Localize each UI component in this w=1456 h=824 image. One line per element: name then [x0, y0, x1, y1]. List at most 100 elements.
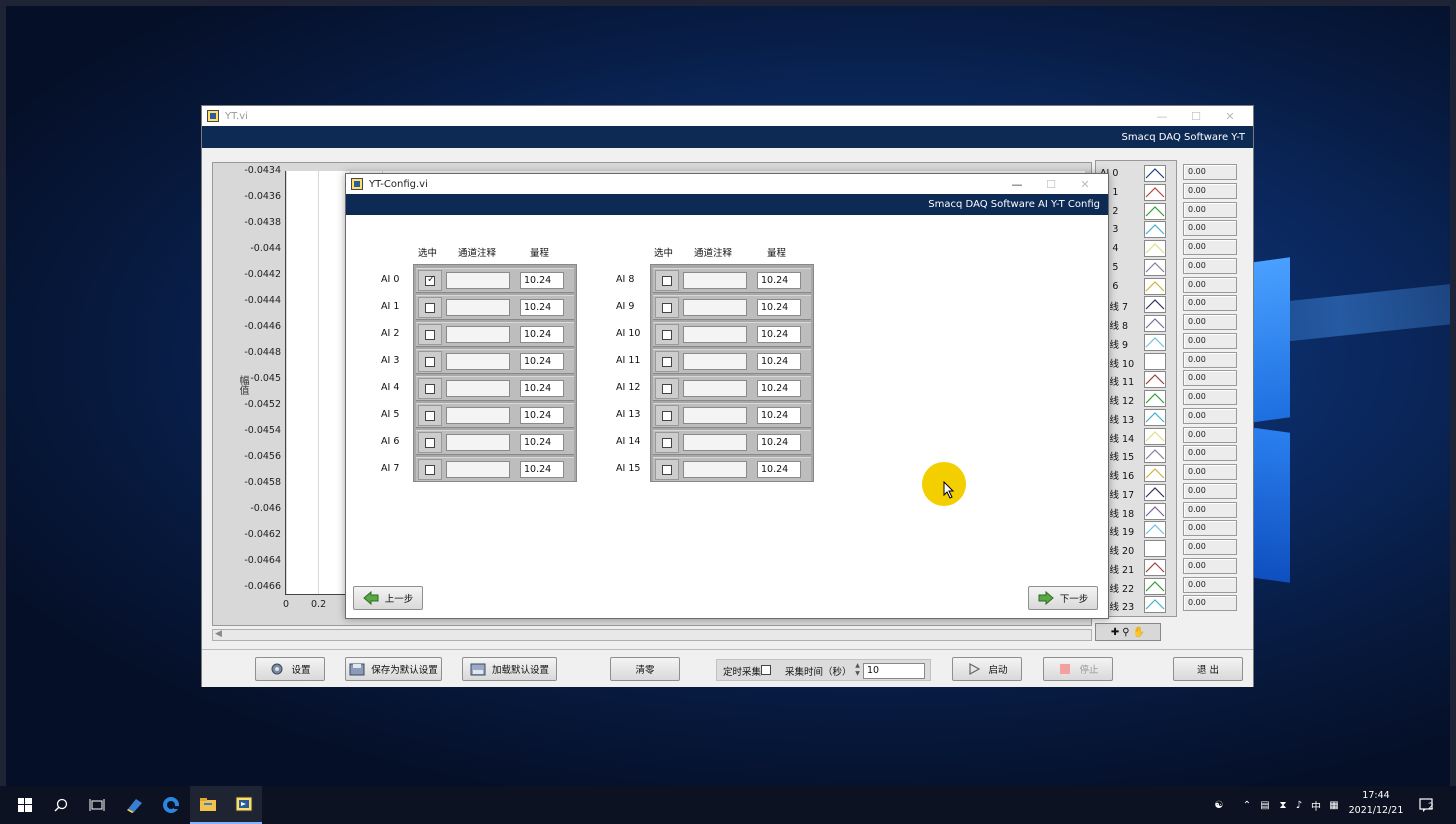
- channel-range-input[interactable]: 10.24: [520, 461, 564, 478]
- settings-button[interactable]: 设置: [255, 657, 325, 681]
- channel-note-input[interactable]: [683, 353, 747, 370]
- plot-line-swatch-icon[interactable]: [1144, 390, 1166, 407]
- labview-taskbar-icon[interactable]: [117, 786, 153, 824]
- channel-note-input[interactable]: [446, 434, 510, 451]
- channel-range-input[interactable]: 10.24: [757, 407, 801, 424]
- channel-range-input[interactable]: 10.24: [520, 353, 564, 370]
- plot-line-swatch-icon[interactable]: [1144, 427, 1166, 445]
- exit-button[interactable]: 退 出: [1173, 657, 1243, 681]
- channel-note-input[interactable]: [446, 272, 510, 289]
- plot-line-swatch-icon[interactable]: [1144, 296, 1166, 314]
- channel-range-input[interactable]: 10.24: [520, 326, 564, 343]
- plot-line-swatch-icon[interactable]: [1144, 371, 1166, 389]
- main-titlebar[interactable]: YT.vi — ☐ ✕: [202, 106, 1253, 126]
- pan-hand-icon[interactable]: ✋: [1133, 627, 1145, 638]
- channel-select-checkbox[interactable]: [425, 330, 435, 340]
- plot-line-swatch-icon[interactable]: [1144, 165, 1166, 182]
- channel-range-input[interactable]: 10.24: [757, 353, 801, 370]
- channel-select-checkbox[interactable]: [425, 411, 435, 421]
- chevron-up-icon[interactable]: ⌃: [1237, 800, 1257, 811]
- plot-line-swatch-icon[interactable]: [1144, 540, 1166, 557]
- task-view-icon[interactable]: [79, 786, 115, 824]
- channel-range-input[interactable]: 10.24: [757, 272, 801, 289]
- channel-note-input[interactable]: [446, 299, 510, 316]
- channel-range-input[interactable]: 10.24: [520, 380, 564, 397]
- plot-line-swatch-icon[interactable]: [1144, 333, 1166, 351]
- channel-note-input[interactable]: [683, 299, 747, 316]
- plot-line-swatch-icon[interactable]: [1144, 446, 1166, 464]
- config-titlebar[interactable]: YT-Config.vi — ☐ ✕: [346, 174, 1108, 194]
- zoom-icon[interactable]: ⚲: [1122, 627, 1129, 638]
- clear-button[interactable]: 清零: [610, 657, 680, 681]
- minimize-icon[interactable]: —: [1145, 106, 1179, 126]
- channel-select-checkbox[interactable]: [662, 330, 672, 340]
- channel-select-checkbox[interactable]: [662, 465, 672, 475]
- yt-vi-taskbar-icon[interactable]: [226, 786, 262, 824]
- channel-select-checkbox[interactable]: [662, 357, 672, 367]
- load-default-button[interactable]: 加载默认设置: [462, 657, 557, 681]
- people-icon[interactable]: ☯: [1211, 800, 1227, 811]
- channel-range-input[interactable]: 10.24: [520, 434, 564, 451]
- channel-select-checkbox[interactable]: [425, 438, 435, 448]
- channel-select-checkbox[interactable]: [662, 303, 672, 313]
- plot-line-swatch-icon[interactable]: [1144, 521, 1166, 539]
- notification-center-icon[interactable]: 2: [1418, 796, 1436, 814]
- channel-range-input[interactable]: 10.24: [520, 407, 564, 424]
- save-default-button[interactable]: 保存为默认设置: [345, 657, 442, 681]
- timed-acquisition-checkbox[interactable]: [761, 665, 771, 675]
- plot-line-swatch-icon[interactable]: [1144, 352, 1166, 370]
- channel-note-input[interactable]: [683, 461, 747, 478]
- volume-muted-icon[interactable]: ♪: [1291, 800, 1307, 811]
- network-device-icon[interactable]: ▤: [1257, 800, 1273, 811]
- keyboard-layout-icon[interactable]: ▦: [1325, 800, 1343, 811]
- close-icon[interactable]: ✕: [1213, 106, 1247, 126]
- channel-note-input[interactable]: [683, 434, 747, 451]
- start-button-windows-icon[interactable]: [7, 786, 43, 824]
- time-spinner-icon[interactable]: ▲ ▼: [853, 662, 862, 680]
- channel-note-input[interactable]: [683, 272, 747, 289]
- plot-line-swatch-icon[interactable]: [1144, 483, 1166, 501]
- channel-note-input[interactable]: [683, 380, 747, 397]
- plot-line-swatch-icon[interactable]: [1144, 558, 1166, 576]
- channel-note-input[interactable]: [683, 407, 747, 424]
- maximize-icon[interactable]: ☐: [1034, 174, 1068, 194]
- wifi-icon[interactable]: ⧗: [1275, 800, 1291, 811]
- start-button[interactable]: 启动: [952, 657, 1022, 681]
- acquisition-time-input[interactable]: 10: [863, 663, 925, 679]
- channel-select-checkbox[interactable]: [662, 276, 672, 286]
- channel-note-input[interactable]: [446, 461, 510, 478]
- plot-line-swatch-icon[interactable]: [1144, 240, 1166, 257]
- channel-select-checkbox[interactable]: [662, 438, 672, 448]
- channel-select-checkbox[interactable]: [425, 303, 435, 313]
- channel-range-input[interactable]: 10.24: [757, 461, 801, 478]
- channel-select-checkbox[interactable]: ✓: [425, 274, 435, 286]
- channel-note-input[interactable]: [446, 380, 510, 397]
- plot-line-swatch-icon[interactable]: [1144, 221, 1166, 239]
- taskbar-clock[interactable]: 17:44 2021/12/21: [1346, 788, 1406, 818]
- plot-line-swatch-icon[interactable]: [1144, 277, 1166, 295]
- channel-range-input[interactable]: 10.24: [757, 380, 801, 397]
- ime-indicator[interactable]: 中: [1307, 798, 1325, 813]
- graph-palette[interactable]: ✚ ⚲ ✋: [1095, 623, 1161, 641]
- search-icon[interactable]: [43, 786, 79, 824]
- plot-line-swatch-icon[interactable]: [1144, 502, 1166, 520]
- channel-select-checkbox[interactable]: [425, 384, 435, 394]
- maximize-icon[interactable]: ☐: [1179, 106, 1213, 126]
- stop-button[interactable]: 停止: [1043, 657, 1113, 681]
- plot-line-swatch-icon[interactable]: [1144, 408, 1166, 426]
- prev-step-button[interactable]: 上一步: [353, 586, 423, 610]
- browser-taskbar-icon[interactable]: [153, 786, 189, 824]
- channel-select-checkbox[interactable]: [425, 357, 435, 367]
- channel-range-input[interactable]: 10.24: [520, 299, 564, 316]
- scroll-left-icon[interactable]: ◀: [215, 629, 222, 639]
- close-icon[interactable]: ✕: [1068, 174, 1102, 194]
- file-explorer-icon[interactable]: [190, 786, 226, 824]
- plot-line-swatch-icon[interactable]: [1144, 596, 1166, 614]
- channel-select-checkbox[interactable]: [662, 384, 672, 394]
- channel-note-input[interactable]: [446, 353, 510, 370]
- channel-note-input[interactable]: [446, 407, 510, 424]
- channel-select-checkbox[interactable]: [425, 465, 435, 475]
- channel-range-input[interactable]: 10.24: [757, 326, 801, 343]
- plot-line-swatch-icon[interactable]: [1144, 202, 1166, 220]
- plot-line-swatch-icon[interactable]: [1144, 183, 1166, 201]
